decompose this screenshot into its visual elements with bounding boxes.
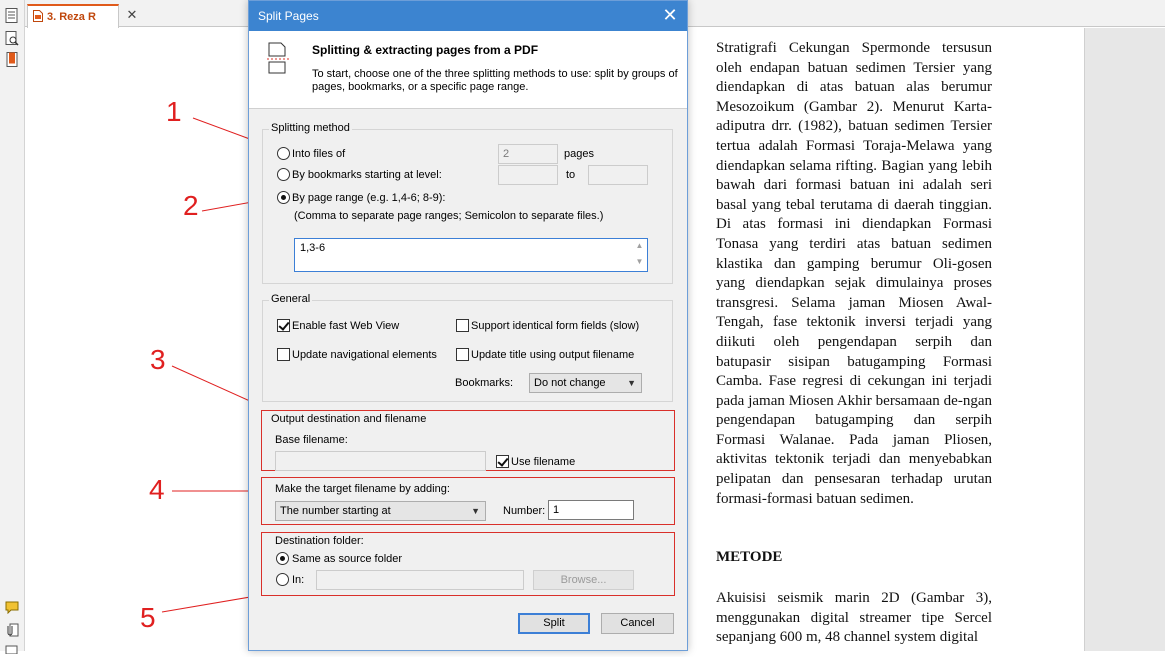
in-folder-radio[interactable]: [276, 573, 289, 586]
cancel-button[interactable]: Cancel: [601, 613, 674, 634]
tab-close-icon[interactable]: ✕: [126, 8, 138, 21]
search-panel-icon[interactable]: [4, 31, 19, 46]
chevron-down-icon: ▼: [627, 378, 636, 388]
into-files-radio[interactable]: [277, 147, 290, 160]
bookmark-level-from-input[interactable]: [498, 165, 558, 185]
pdf-file-icon: [33, 9, 43, 25]
pages-panel-icon[interactable]: [4, 8, 19, 23]
in-folder-label: In:: [292, 574, 305, 586]
output-destination-title: Output destination and filename: [271, 413, 427, 425]
base-filename-input[interactable]: [275, 451, 486, 471]
annotation-1: 1: [166, 96, 182, 127]
fast-web-view-label: Enable fast Web View: [292, 320, 400, 332]
use-filename-label: Use filename: [511, 456, 576, 468]
use-filename-checkbox[interactable]: [496, 455, 509, 468]
left-toolbar: [0, 0, 25, 654]
dialog-title: Split Pages: [258, 9, 319, 23]
page-range-hint: (Comma to separate page ranges; Semicolo…: [294, 210, 604, 222]
page-range-value: 1,3-6: [300, 242, 326, 254]
paragraph-text-2: Akuisisi seismik marin 2D (Gambar 3), me…: [716, 590, 992, 646]
by-page-range-radio[interactable]: [277, 191, 290, 204]
number-label: Number:: [503, 505, 546, 517]
comment-icon[interactable]: [4, 600, 19, 615]
into-files-count-input[interactable]: 2: [498, 144, 558, 164]
general-title: General: [269, 293, 313, 305]
update-title-checkbox[interactable]: [456, 348, 469, 361]
dialog-titlebar[interactable]: Split Pages ✕: [249, 1, 687, 31]
body-paragraph-2: Akuisisi seismik marin 2D (Gambar 3), me…: [716, 589, 992, 648]
split-pages-dialog: Split Pages ✕ Splitting & extracting pag…: [248, 0, 688, 651]
fast-web-view-checkbox[interactable]: [277, 319, 290, 332]
scroll-down-icon[interactable]: ▼: [635, 257, 644, 266]
pages-label: pages: [564, 148, 594, 160]
annotation-5: 5: [140, 602, 156, 633]
page-range-input[interactable]: 1,3-6 ▲ ▼: [294, 238, 648, 272]
layers-icon[interactable]: [4, 642, 19, 657]
same-as-source-label: Same as source folder: [292, 553, 403, 565]
same-as-source-radio[interactable]: [276, 552, 289, 565]
by-page-range-label: By page range (e.g. 1,4-6; 8-9):: [292, 192, 446, 204]
bookmarks-panel-icon[interactable]: [4, 52, 19, 67]
section-heading: METODE: [716, 549, 783, 565]
target-mode-dropdown[interactable]: The number starting at ▼: [275, 501, 486, 521]
document-tab[interactable]: 3. Reza R: [27, 4, 119, 28]
nav-elements-checkbox[interactable]: [277, 348, 290, 361]
nav-elements-label: Update navigational elements: [292, 349, 437, 361]
document-tab-label: 3. Reza R: [47, 11, 96, 23]
annotation-2: 2: [183, 190, 199, 221]
annotation-4: 4: [149, 474, 165, 505]
destination-folder-title: Destination folder:: [275, 535, 364, 547]
identical-fields-label: Support identical form fields (slow): [471, 320, 640, 332]
into-files-label: Into files of: [292, 148, 346, 160]
identical-fields-checkbox[interactable]: [456, 319, 469, 332]
browse-button[interactable]: Browse...: [533, 570, 634, 590]
in-folder-input[interactable]: [316, 570, 524, 590]
split-document-icon: [265, 42, 291, 74]
to-label: to: [566, 169, 576, 181]
update-title-label: Update title using output filename: [471, 349, 635, 361]
body-paragraph: Stratigrafi Cekungan Spermonde tersusun …: [716, 39, 992, 509]
split-button[interactable]: Split: [518, 613, 590, 634]
header-description: To start, choose one of the three splitt…: [312, 68, 678, 93]
by-bookmarks-label: By bookmarks starting at level:: [292, 169, 442, 181]
annotation-3: 3: [150, 344, 166, 375]
base-filename-label: Base filename:: [275, 434, 348, 446]
dialog-header: Splitting & extracting pages from a PDF …: [249, 31, 687, 109]
chevron-down-icon: ▼: [471, 506, 480, 516]
splitting-method-title: Splitting method: [269, 122, 352, 134]
bookmarks-dropdown[interactable]: Do not change ▼: [529, 373, 642, 393]
header-title: Splitting & extracting pages from a PDF: [312, 43, 539, 57]
by-bookmarks-radio[interactable]: [277, 168, 290, 181]
bookmarks-label: Bookmarks:: [455, 377, 514, 389]
paragraph-text: Stratigrafi Cekungan Spermonde tersusun …: [716, 40, 992, 507]
close-icon[interactable]: ✕: [661, 6, 679, 24]
attachment-icon[interactable]: [4, 622, 19, 637]
target-mode-value: The number starting at: [280, 505, 391, 517]
bookmarks-dropdown-value: Do not change: [534, 377, 606, 389]
scroll-up-icon[interactable]: ▲: [635, 241, 644, 250]
target-filename-title: Make the target filename by adding:: [275, 483, 450, 495]
number-input[interactable]: 1: [548, 500, 634, 520]
bookmark-level-to-input[interactable]: [588, 165, 648, 185]
